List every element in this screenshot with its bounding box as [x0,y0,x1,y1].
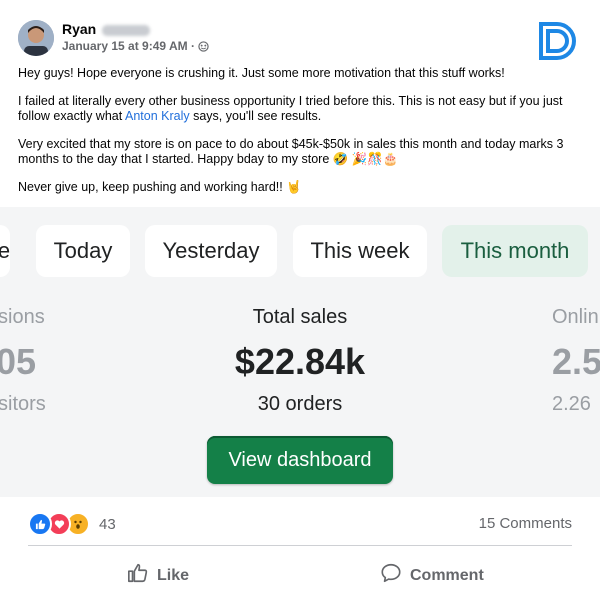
post-author[interactable]: Ryan [62,21,151,37]
like-button[interactable]: Like [127,562,189,589]
post-text: says, you'll see results. [189,109,322,123]
post-timestamp[interactable]: January 15 at 9:49 AM [62,39,188,53]
meta-separator: · [190,39,199,53]
post-paragraph: Very excited that my store is on pace to… [18,136,564,167]
thumbs-up-icon [127,562,157,589]
author-surname-blurred [102,24,151,36]
author-avatar[interactable] [18,20,54,56]
comment-bubble-icon [380,562,410,589]
mention-link[interactable]: Anton Kraly [125,109,190,123]
total-sales-label: Total sales [252,306,348,328]
brand-logo [539,21,579,61]
right-metric-value: 2.5 [552,341,600,382]
total-sales-value: $22.84k [234,341,366,382]
sales-dashboard-screenshot[interactable]: e Today Yesterday This week This month s… [0,207,600,497]
reactions-summary[interactable]: 43 [28,512,116,536]
view-dashboard-button[interactable]: View dashboard [207,436,393,484]
tab-yesterday[interactable]: Yesterday [145,225,277,277]
tab-partial[interactable]: e [0,225,10,277]
globe-icon [198,41,209,55]
comment-button[interactable]: Comment [380,562,484,589]
comments-count[interactable]: 15 Comments [479,515,572,532]
post-paragraph: Hey guys! Hope everyone is crushing it. … [18,66,505,80]
footer-divider [28,545,572,546]
right-metric-label: Onlin [552,306,599,328]
like-icon [28,512,52,536]
right-metric-sub: 2.26 [552,393,591,415]
post-paragraph: I failed at literally every other busine… [18,94,584,125]
comment-label: Comment [410,566,484,584]
tab-today[interactable]: Today [36,225,130,277]
author-name[interactable]: Ryan [62,21,96,37]
tab-this-week[interactable]: This week [293,225,427,277]
post-body: Hey guys! Hope everyone is crushing it. … [18,66,584,207]
orders-count: 30 orders [257,393,343,415]
reaction-count[interactable]: 43 [99,516,116,533]
tab-this-month[interactable]: This month [442,225,588,277]
post-paragraph: Never give up, keep pushing and working … [18,179,302,194]
post-meta: January 15 at 9:49 AM · [62,39,209,55]
like-label: Like [157,566,190,584]
